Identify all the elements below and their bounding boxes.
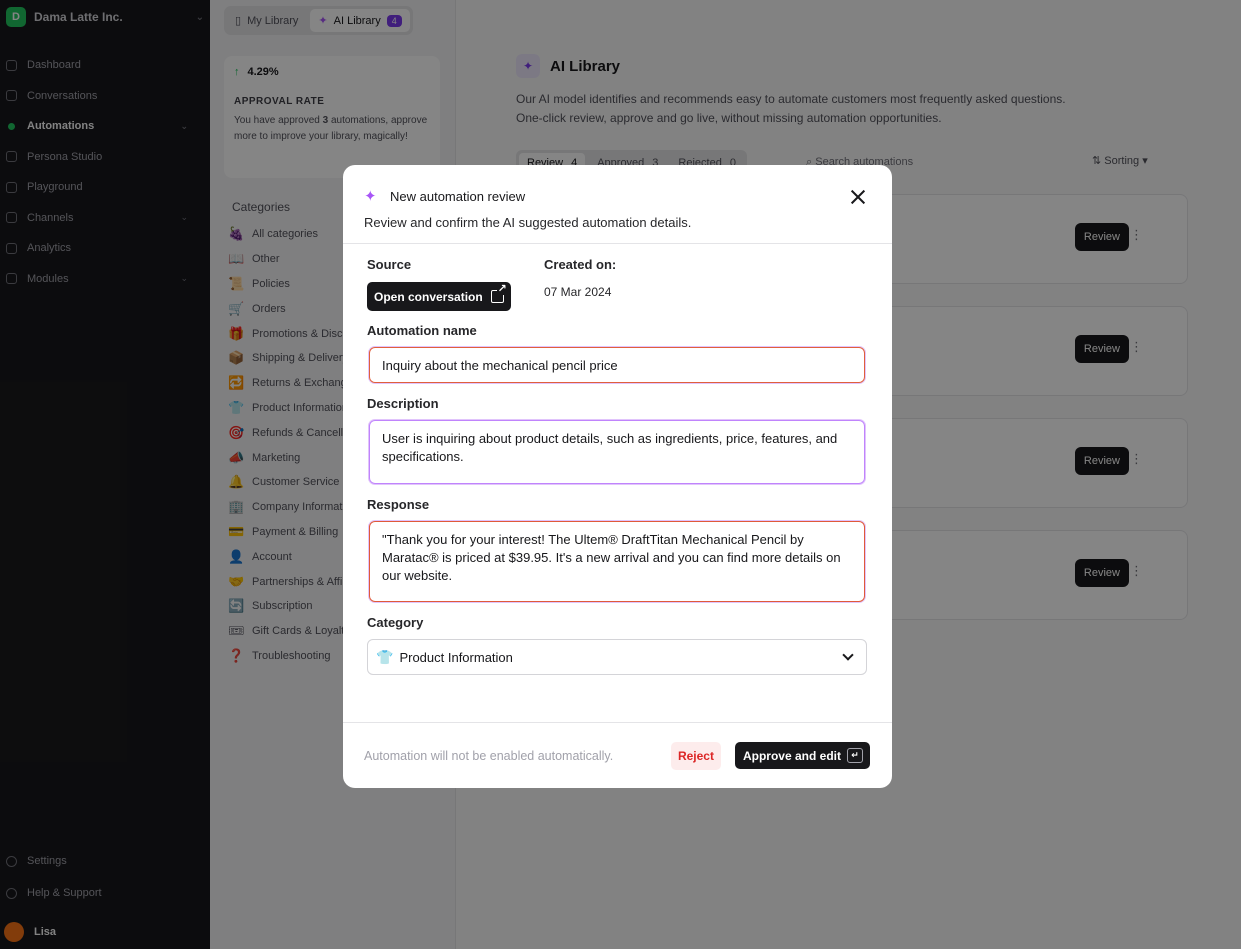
description-field: Description User is inquiring about prod… <box>367 396 868 484</box>
source-row: Source Open conversation Created on: 07 … <box>367 257 868 311</box>
automation-name-field: Automation name Inquiry about the mechan… <box>367 323 868 383</box>
button-label: Approve and edit <box>742 748 841 763</box>
close-icon[interactable] <box>850 189 866 205</box>
created-label: Created on: <box>544 257 617 272</box>
field-label: Response <box>367 497 430 512</box>
modal-header: ✦ New automation review Review and confi… <box>343 165 892 244</box>
enter-key-icon: ↵ <box>847 748 863 763</box>
automation-name-input[interactable]: Inquiry about the mechanical pencil pric… <box>369 347 865 383</box>
approve-and-edit-button[interactable]: Approve and edit ↵ <box>734 742 870 769</box>
category-select[interactable]: 👕 Product Information <box>367 639 867 675</box>
response-textarea[interactable]: "Thank you for your interest! The Ultem®… <box>369 521 865 602</box>
response-field: Response "Thank you for your interest! T… <box>367 497 868 602</box>
modal-body: Source Open conversation Created on: 07 … <box>343 257 892 675</box>
modal-subtitle: Review and confirm the AI suggested auto… <box>364 215 692 230</box>
sparkle-icon: ✦ <box>364 188 377 205</box>
external-link-icon <box>490 284 507 303</box>
button-label: Open conversation <box>374 289 483 304</box>
category-field: Category 👕 Product Information <box>367 615 868 675</box>
field-label: Description <box>367 396 439 411</box>
field-label: Category <box>367 615 424 630</box>
field-label: Automation name <box>367 323 477 338</box>
reject-button[interactable]: Reject <box>670 741 721 770</box>
category-value: Product Information <box>399 649 513 665</box>
automation-review-modal: ✦ New automation review Review and confi… <box>343 165 892 788</box>
open-conversation-button[interactable]: Open conversation <box>367 282 511 311</box>
source-section: Source Open conversation <box>367 257 544 311</box>
footer-note: Automation will not be enabled automatic… <box>364 748 614 763</box>
modal-footer: Automation will not be enabled automatic… <box>343 722 892 788</box>
modal-title: New automation review <box>390 188 526 204</box>
shirt-icon: 👕 <box>376 648 394 665</box>
created-date: 07 Mar 2024 <box>544 285 612 299</box>
chevron-down-icon <box>842 649 854 661</box>
description-textarea[interactable]: User is inquiring about product details,… <box>369 420 865 484</box>
source-label: Source <box>367 257 412 272</box>
modal-title-row: ✦ New automation review <box>364 187 871 205</box>
created-section: Created on: 07 Mar 2024 <box>544 257 616 311</box>
